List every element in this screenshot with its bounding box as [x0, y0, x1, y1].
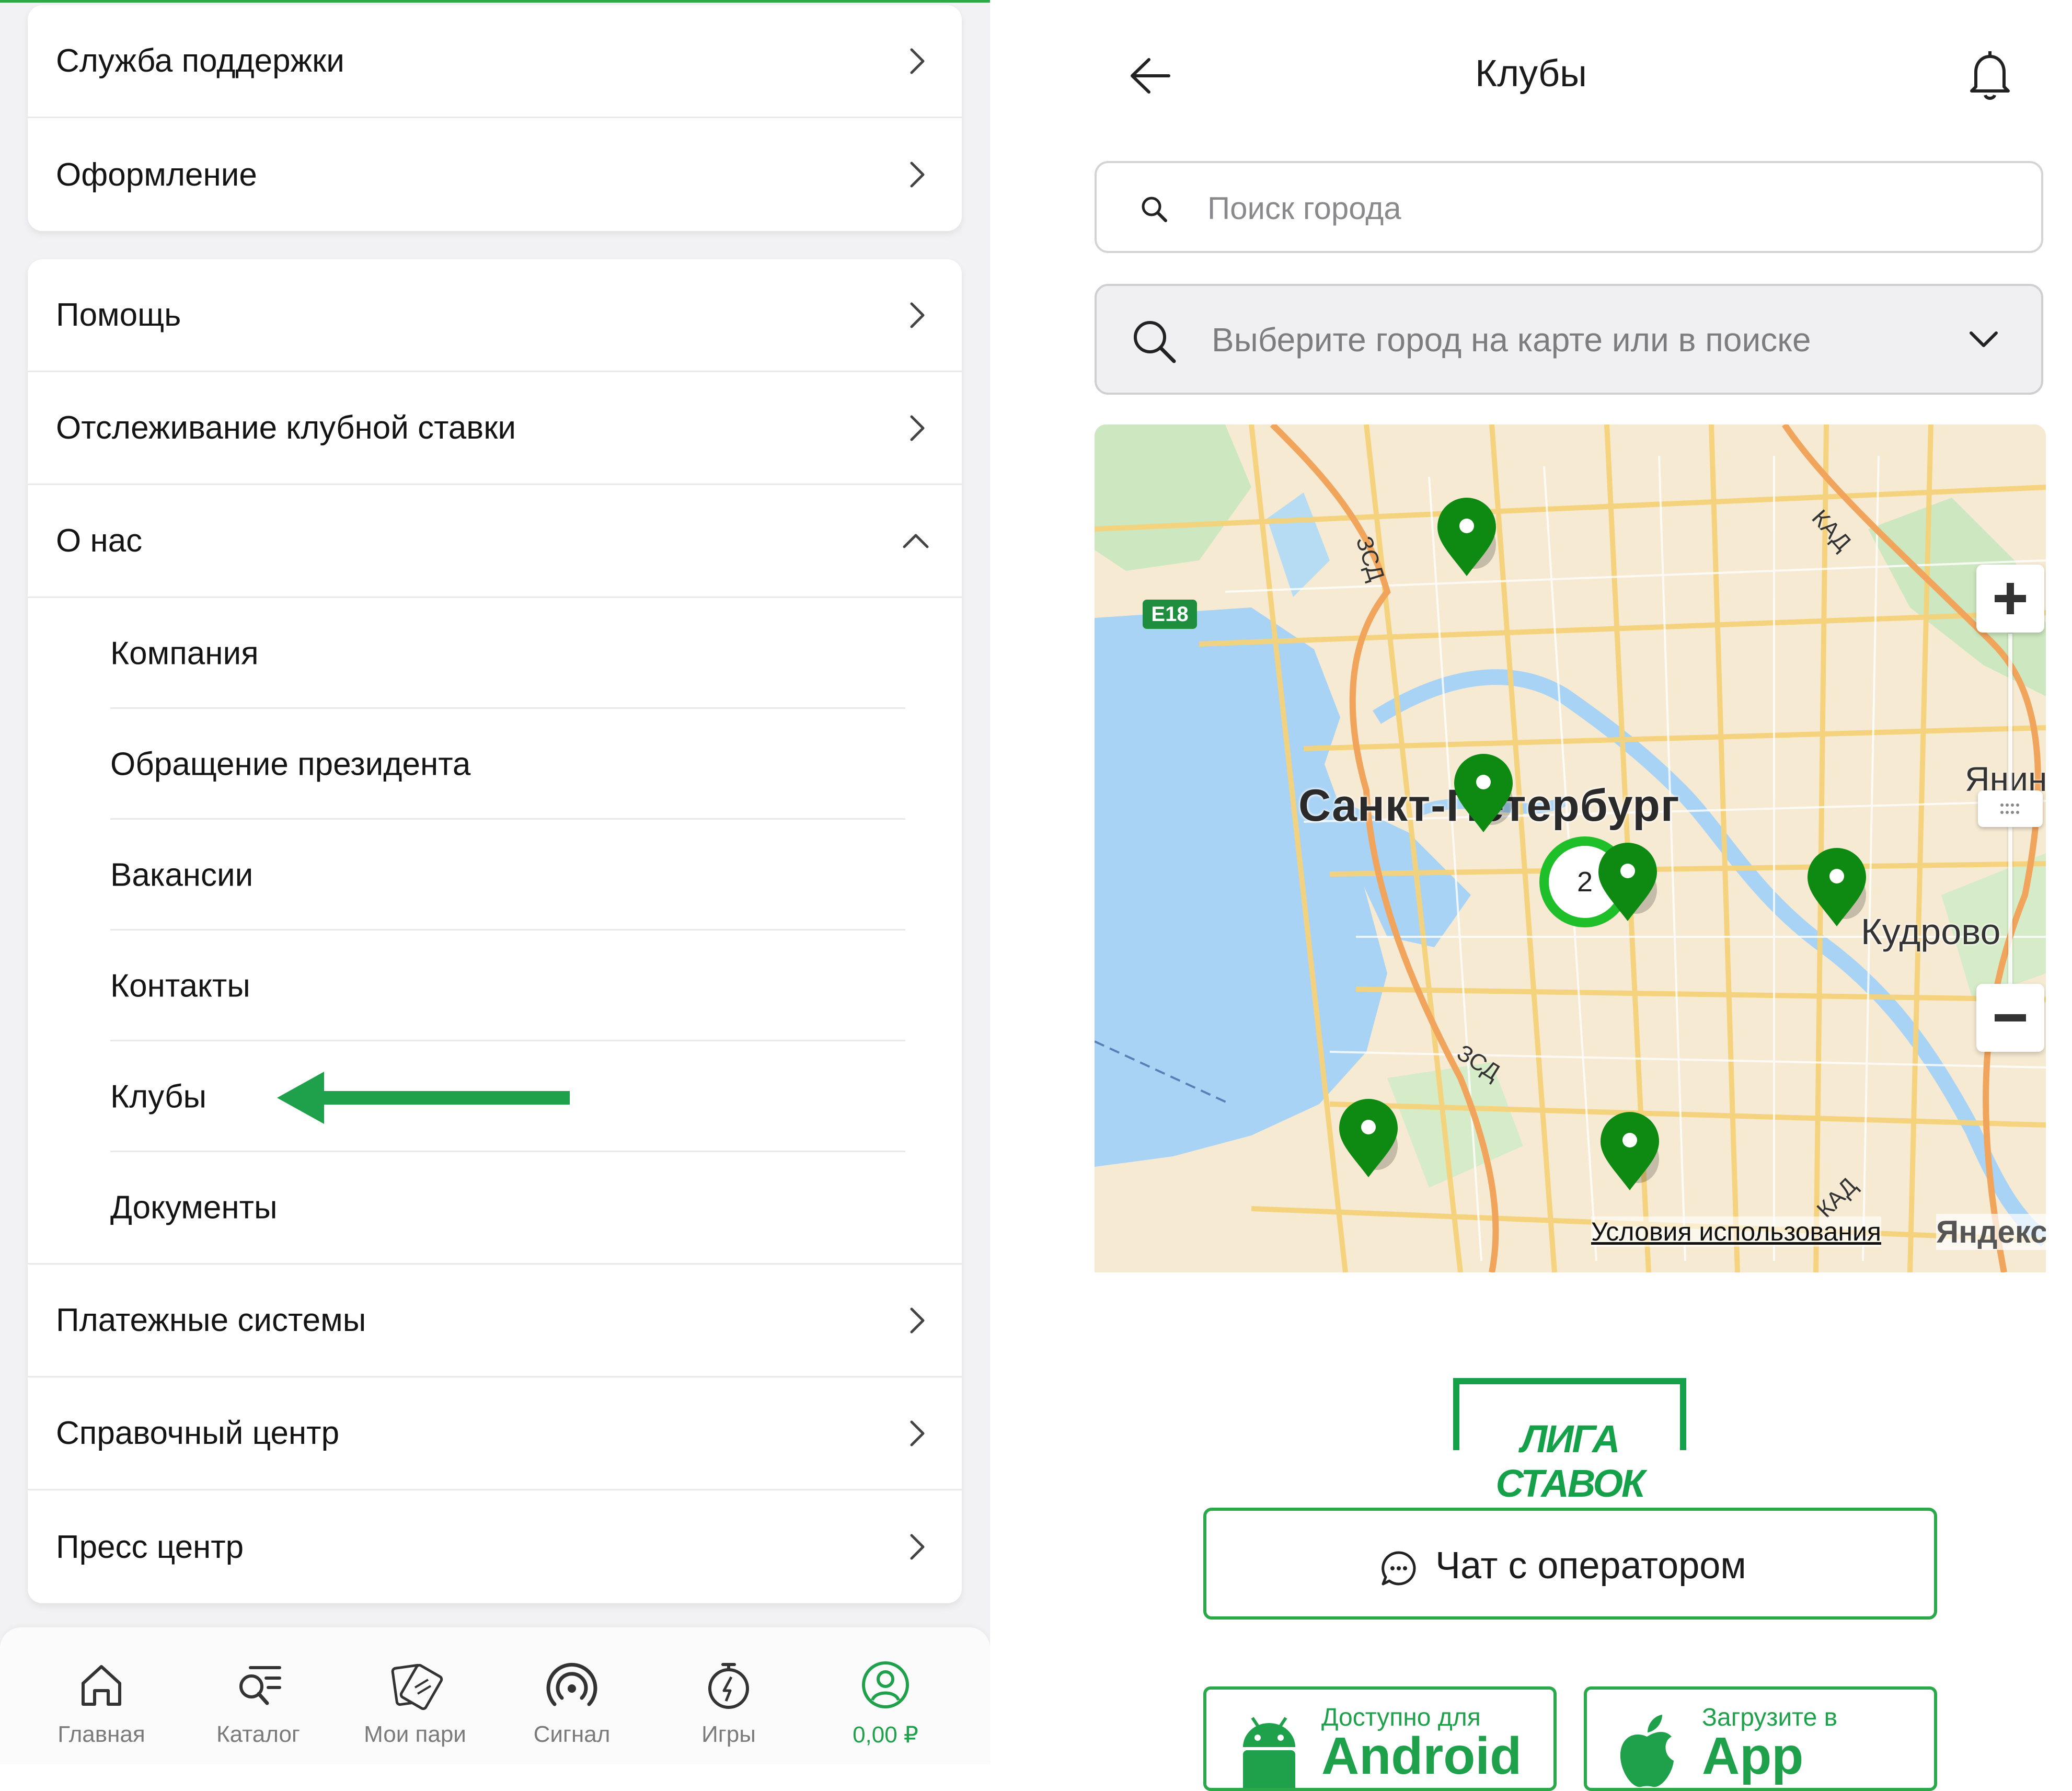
submenu-item-label: Обращение президента [110, 746, 471, 783]
stopwatch-icon [708, 1663, 749, 1709]
page-title: Клубы [1475, 53, 1587, 95]
minus-icon [1995, 1014, 2026, 1021]
nav-label: Главная [57, 1721, 145, 1747]
nav-my-bets[interactable]: Мои пари [337, 1627, 493, 1764]
yandex-logo: Яндекс [1936, 1214, 2046, 1250]
club-pin-marker[interactable] [1447, 749, 1520, 837]
plus-icon [1995, 583, 2026, 614]
search-icon [1142, 197, 1167, 222]
nav-label: Мои пари [364, 1721, 466, 1747]
menu-item-label: Служба поддержки [56, 43, 344, 79]
zoom-slider-handle[interactable] [1978, 790, 2043, 827]
home-icon [82, 1665, 121, 1706]
cluster-count: 2 [1577, 866, 1593, 898]
menu-item-label: О нас [56, 523, 143, 559]
menu-card-main: Помощь Отслеживание клубной ставки О нас… [28, 259, 962, 1603]
zoom-out-button[interactable] [1976, 984, 2044, 1052]
menu-item-label: Пресс центр [56, 1529, 244, 1565]
map-road-label: E18 [1151, 603, 1188, 626]
submenu-item-company[interactable]: Компания [28, 598, 962, 709]
nav-catalog[interactable]: Каталог [180, 1627, 337, 1764]
app-store-badge[interactable]: Загрузите в App Store [1584, 1686, 1937, 1791]
submenu-item-label: Клубы [110, 1078, 207, 1115]
menu-panel: Служба поддержки Оформление Помощь Отсле… [0, 0, 990, 1764]
chevron-right-icon [910, 48, 925, 74]
chat-bubble-icon [1382, 1551, 1416, 1586]
pointer-arrow-icon [277, 1072, 570, 1124]
store-line2: Android [1321, 1727, 1522, 1785]
menu-item-label: Платежные системы [56, 1302, 366, 1338]
tickets-icon [391, 1663, 443, 1710]
grip-icon [2000, 803, 2019, 814]
nav-label: Сигнал [533, 1721, 611, 1747]
chevron-right-icon [910, 415, 925, 441]
club-pin-marker[interactable] [1593, 1107, 1666, 1196]
menu-item-label: Справочный центр [56, 1415, 340, 1451]
profile-icon [862, 1661, 909, 1708]
menu-item-bet-tracking[interactable]: Отслеживание клубной ставки [28, 372, 962, 485]
city-select-text: Выберите город на карте или в поиске [1212, 321, 1811, 359]
bottom-navigation: Главная Каталог Мои пари Сигнал Игры 0,0… [0, 1627, 990, 1764]
menu-item-label: Оформление [56, 156, 257, 193]
chevron-right-icon [910, 1534, 925, 1560]
submenu-item-label: Компания [110, 635, 259, 672]
menu-item-label: Помощь [56, 297, 181, 333]
menu-item-help[interactable]: Помощь [28, 259, 962, 372]
nav-signal[interactable]: Сигнал [493, 1627, 650, 1764]
nav-profile-balance[interactable]: 0,00 ₽ [807, 1627, 964, 1764]
google-play-badge[interactable]: Доступно для Android [1203, 1686, 1557, 1791]
submenu-item-documents[interactable]: Документы [28, 1152, 962, 1265]
clubs-map[interactable]: E18 ЗСД КАД ЗСД КАД Санкт-Петербург Кудр… [1095, 424, 2046, 1272]
about-submenu: Компания Обращение президента Вакансии К… [28, 598, 962, 1265]
menu-card-support: Служба поддержки Оформление [28, 5, 962, 231]
submenu-item-contacts[interactable]: Контакты [28, 931, 962, 1041]
menu-item-label: Отслеживание клубной ставки [56, 410, 516, 446]
city-search-box[interactable] [1095, 161, 2043, 253]
chat-operator-button[interactable]: Чат с оператором [1203, 1508, 1937, 1620]
nav-label: Игры [701, 1721, 756, 1747]
android-icon [1243, 1717, 1295, 1788]
nav-label: 0,00 ₽ [853, 1722, 918, 1748]
apple-icon [1620, 1715, 1674, 1787]
chevron-down-icon [1970, 331, 1998, 347]
club-pin-marker[interactable] [1430, 492, 1503, 581]
chevron-right-icon [910, 1420, 925, 1446]
search-input[interactable] [1206, 184, 1993, 232]
search-icon [1134, 321, 1176, 363]
chat-button-label: Чат с оператором [1435, 1545, 1746, 1587]
nav-home[interactable]: Главная [23, 1627, 180, 1764]
store-line2: App Store [1702, 1727, 1836, 1788]
menu-item-payment-systems[interactable]: Платежные системы [28, 1265, 962, 1377]
bell-icon[interactable] [1961, 46, 2019, 104]
menu-item-press-center[interactable]: Пресс центр [28, 1490, 962, 1603]
chevron-right-icon [910, 162, 925, 188]
catalog-search-icon [239, 1666, 281, 1705]
submenu-item-label: Вакансии [110, 857, 254, 893]
menu-item-help-center[interactable]: Справочный центр [28, 1377, 962, 1490]
club-pin-marker[interactable] [1800, 843, 1873, 932]
menu-item-registration[interactable]: Оформление [28, 118, 962, 231]
submenu-item-president-address[interactable]: Обращение президента [28, 709, 962, 820]
top-accent-line [0, 0, 990, 3]
submenu-item-vacancies[interactable]: Вакансии [28, 820, 962, 931]
club-pin-marker[interactable] [1332, 1094, 1405, 1182]
chevron-up-icon [903, 534, 929, 548]
club-pin-marker[interactable] [1591, 837, 1664, 926]
city-select-dropdown[interactable]: Выберите город на карте или в поиске [1095, 284, 2043, 395]
nav-games[interactable]: Игры [650, 1627, 807, 1764]
zoom-in-button[interactable] [1976, 565, 2044, 633]
clubs-screen: Клубы Выберите город на карте или в поис… [990, 0, 2072, 1791]
submenu-item-label: Документы [110, 1189, 278, 1226]
chevron-right-icon [910, 302, 925, 328]
chevron-right-icon [910, 1307, 925, 1333]
logo-text: ЛИГА СТАВОК [1495, 1417, 1645, 1505]
nav-label: Каталог [216, 1721, 300, 1747]
map-district-label: Кудрово [1861, 911, 2001, 952]
menu-item-support[interactable]: Служба поддержки [28, 5, 962, 118]
submenu-item-label: Контакты [110, 968, 250, 1004]
signal-icon [546, 1662, 597, 1706]
menu-item-about[interactable]: О нас [28, 485, 962, 598]
map-terms-link[interactable]: Условия использования [1591, 1216, 1881, 1247]
liga-stavok-logo: ЛИГА СТАВОК [1453, 1378, 1686, 1505]
